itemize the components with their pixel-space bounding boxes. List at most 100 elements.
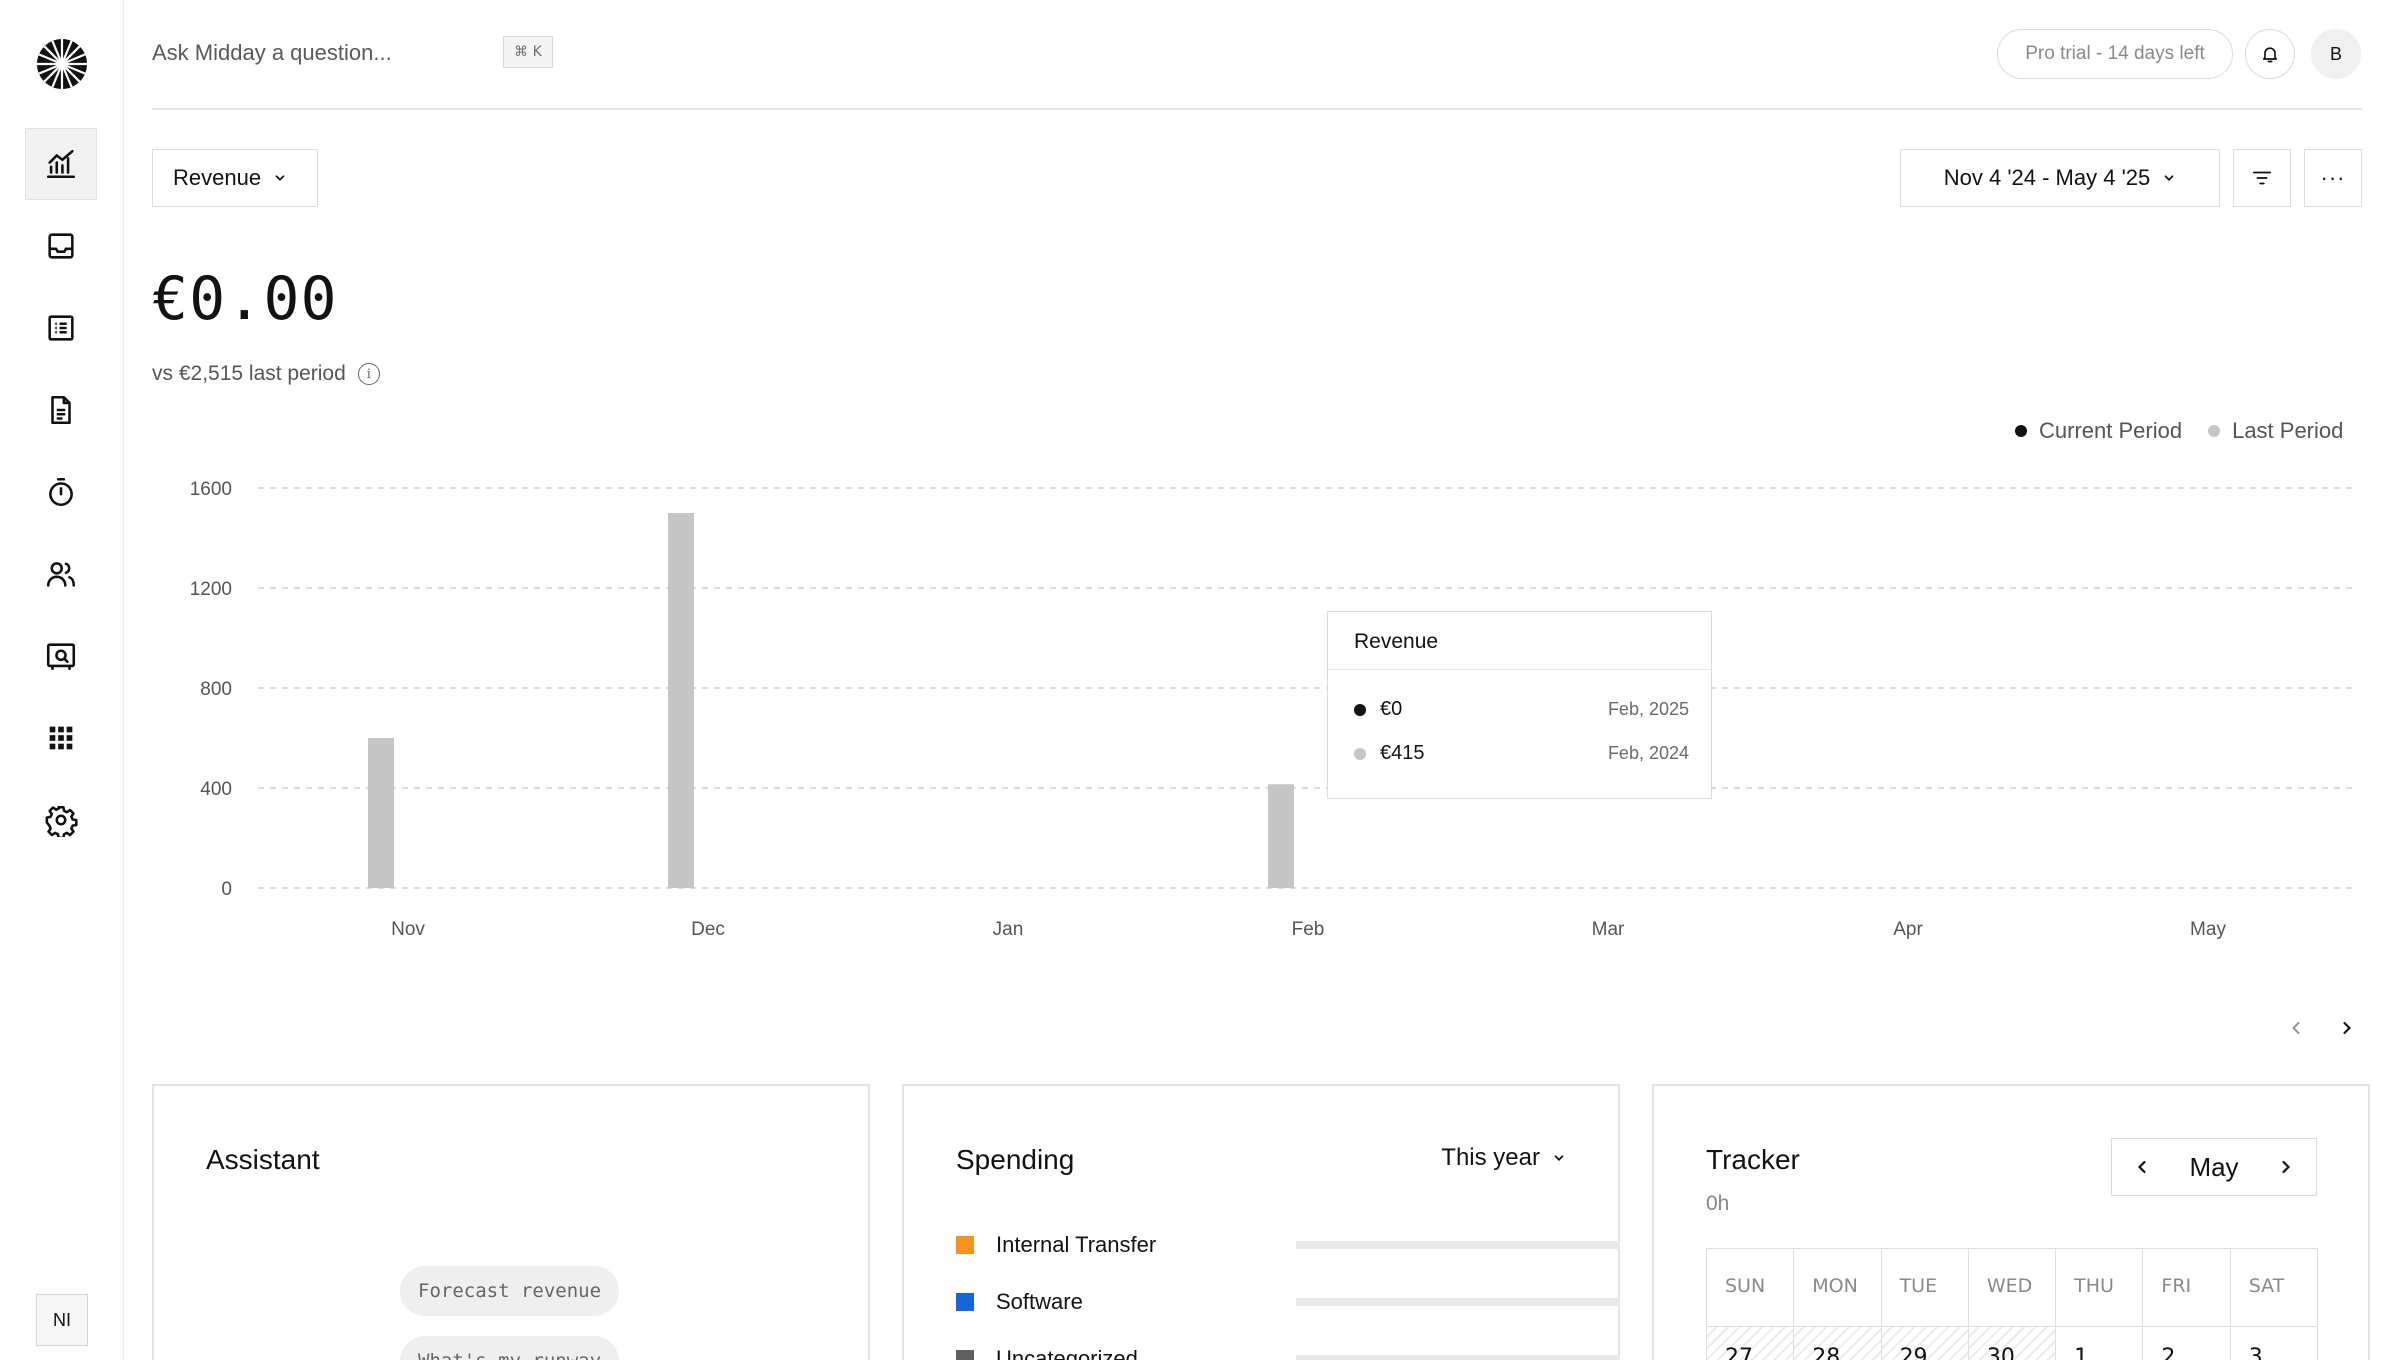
x-tick-label: Feb [1292,919,1325,940]
x-tick-label: Apr [1893,919,1923,940]
tooltip-last-value: €415 [1380,742,1425,764]
team-switcher[interactable]: NI [36,1294,88,1346]
date-range-picker[interactable]: Nov 4 '24 - May 4 '25 [1900,149,2220,207]
tooltip-last-dot [1354,747,1366,760]
suggestion-chip[interactable]: What's my runway [400,1336,620,1360]
calendar-day[interactable]: 29 [1881,1327,1969,1360]
gear-icon [45,805,78,837]
legend-current: Current Period [2015,418,2182,444]
metric-select[interactable]: Revenue [152,149,318,207]
calendar-day[interactable]: 1 [2056,1327,2144,1360]
calendar-day[interactable]: 28 [1794,1327,1882,1360]
chevron-left-icon [2292,1021,2300,1035]
revenue-chart[interactable]: 0 400 800 1200 1600 Nov Dec Jan Feb Mar Apr May [150,470,2370,950]
legend-last-dot [2208,425,2221,437]
tracker-total: 0h [1706,1192,1730,1215]
bell-icon [2262,47,2278,63]
sidebar-item-tracker[interactable] [25,456,97,528]
sidebar-item-apps[interactable] [25,702,97,774]
info-icon[interactable]: i [357,363,380,385]
category-swatch [956,1350,974,1360]
chart-legend: Current Period Last Period [2015,418,2343,444]
y-tick-label: 800 [200,679,232,700]
y-tick-label: 400 [200,779,232,800]
vault-icon [46,643,76,671]
tooltip-current-dot [1354,703,1366,716]
chart-tooltip: Revenue €0 Feb, 2025 €415 Feb, 2024 [1327,611,1712,799]
weekday-header: MON [1794,1249,1882,1327]
sidebar-item-invoices[interactable] [25,374,97,446]
tooltip-row-current: €0 Feb, 2025 [1354,698,1689,721]
apps-grid-icon [49,726,73,750]
spending-period-label: This year [1441,1144,1540,1171]
notifications-button[interactable] [2245,29,2295,79]
category-name: Software [996,1289,1083,1314]
inbox-icon [48,233,74,259]
midday-logo[interactable] [36,38,88,90]
spending-row[interactable]: Uncategorized [956,1346,1620,1360]
sidebar-item-vault[interactable] [25,620,97,692]
widgets-prev-button[interactable] [2281,1013,2311,1043]
spending-row[interactable]: Software [956,1289,1620,1315]
filter-icon [2252,171,2272,185]
x-tick-label: Mar [1592,919,1625,940]
chevron-down-icon [1554,1155,1564,1161]
chevron-down-icon [2164,175,2174,181]
category-bar [1296,1355,1620,1360]
more-options-button[interactable]: ··· [2304,149,2362,207]
trial-badge[interactable]: Pro trial - 14 days left [1997,29,2233,79]
weekday-header: WED [1968,1249,2057,1327]
chevron-right-icon[interactable] [2276,1157,2296,1177]
calendar-day[interactable]: 30 [1968,1327,2057,1360]
category-name: Internal Transfer [996,1232,1157,1257]
filter-button[interactable] [2233,149,2291,207]
comparison-text: vs €2,515 last period [152,362,346,385]
spending-card: Spending This year Internal Transfer Sof… [902,1084,1620,1360]
y-tick-label: 0 [221,879,232,900]
widgets-next-button[interactable] [2332,1013,2362,1043]
sidebar-item-settings[interactable] [25,784,97,856]
tooltip-current-value: €0 [1380,698,1403,720]
weekday-header: SAT [2230,1249,2318,1327]
search-shortcut-hint: ⌘ K [503,36,553,68]
sidebar-item-customers[interactable] [25,538,97,610]
calendar-day[interactable]: 2 [2143,1327,2231,1360]
sidebar-item-transactions[interactable] [25,292,97,364]
revenue-total: €0.00 [152,264,338,334]
chevron-left-icon[interactable] [2132,1157,2152,1177]
tooltip-title: Revenue [1328,612,1711,670]
x-tick-label: Nov [391,919,425,940]
weekday-header: THU [2056,1249,2144,1327]
tracker-calendar: SUN MON TUE WED THU FRI SAT 27 28 29 30 … [1706,1248,2318,1360]
tooltip-last-date: Feb, 2024 [1607,743,1689,763]
spending-period-select[interactable]: This year [1441,1144,1566,1172]
users-icon [46,562,76,587]
bar-last-period [368,738,394,888]
tracker-card: Tracker 0h May SUN MON TUE WED THU FRI S… [1652,1084,2370,1360]
spending-row[interactable]: Internal Transfer [956,1232,1620,1258]
sidebar-item-inbox[interactable] [25,210,97,282]
legend-last: Last Period [2208,418,2343,444]
weekday-header: FRI [2143,1249,2231,1327]
weekday-header: TUE [1881,1249,1969,1327]
x-tick-label: Dec [691,919,725,940]
sidebar-item-overview[interactable] [25,128,97,200]
tooltip-row-last: €415 Feb, 2024 [1354,742,1689,765]
tracker-title: Tracker [1706,1144,1800,1175]
calendar-day[interactable]: 27 [1707,1327,1795,1360]
revenue-comparison: vs €2,515 last period i [152,362,380,386]
calendar-day[interactable]: 3 [2231,1327,2318,1360]
weekday-header: SUN [1707,1249,1795,1327]
legend-current-dot [2015,425,2027,437]
suggestion-chip[interactable]: Forecast revenue [400,1266,620,1316]
header-divider [152,108,2362,110]
ask-midday-search[interactable]: Ask Midday a question... [152,40,392,66]
category-swatch [956,1236,974,1254]
user-avatar[interactable]: B [2311,29,2361,79]
date-range-label: Nov 4 '24 - May 4 '25 [1943,165,2151,190]
y-tick-label: 1200 [190,579,232,600]
chart-icon [46,149,76,179]
legend-last-label: Last Period [2232,418,2344,443]
assistant-title: Assistant [206,1144,320,1175]
category-bar [1296,1298,1620,1306]
